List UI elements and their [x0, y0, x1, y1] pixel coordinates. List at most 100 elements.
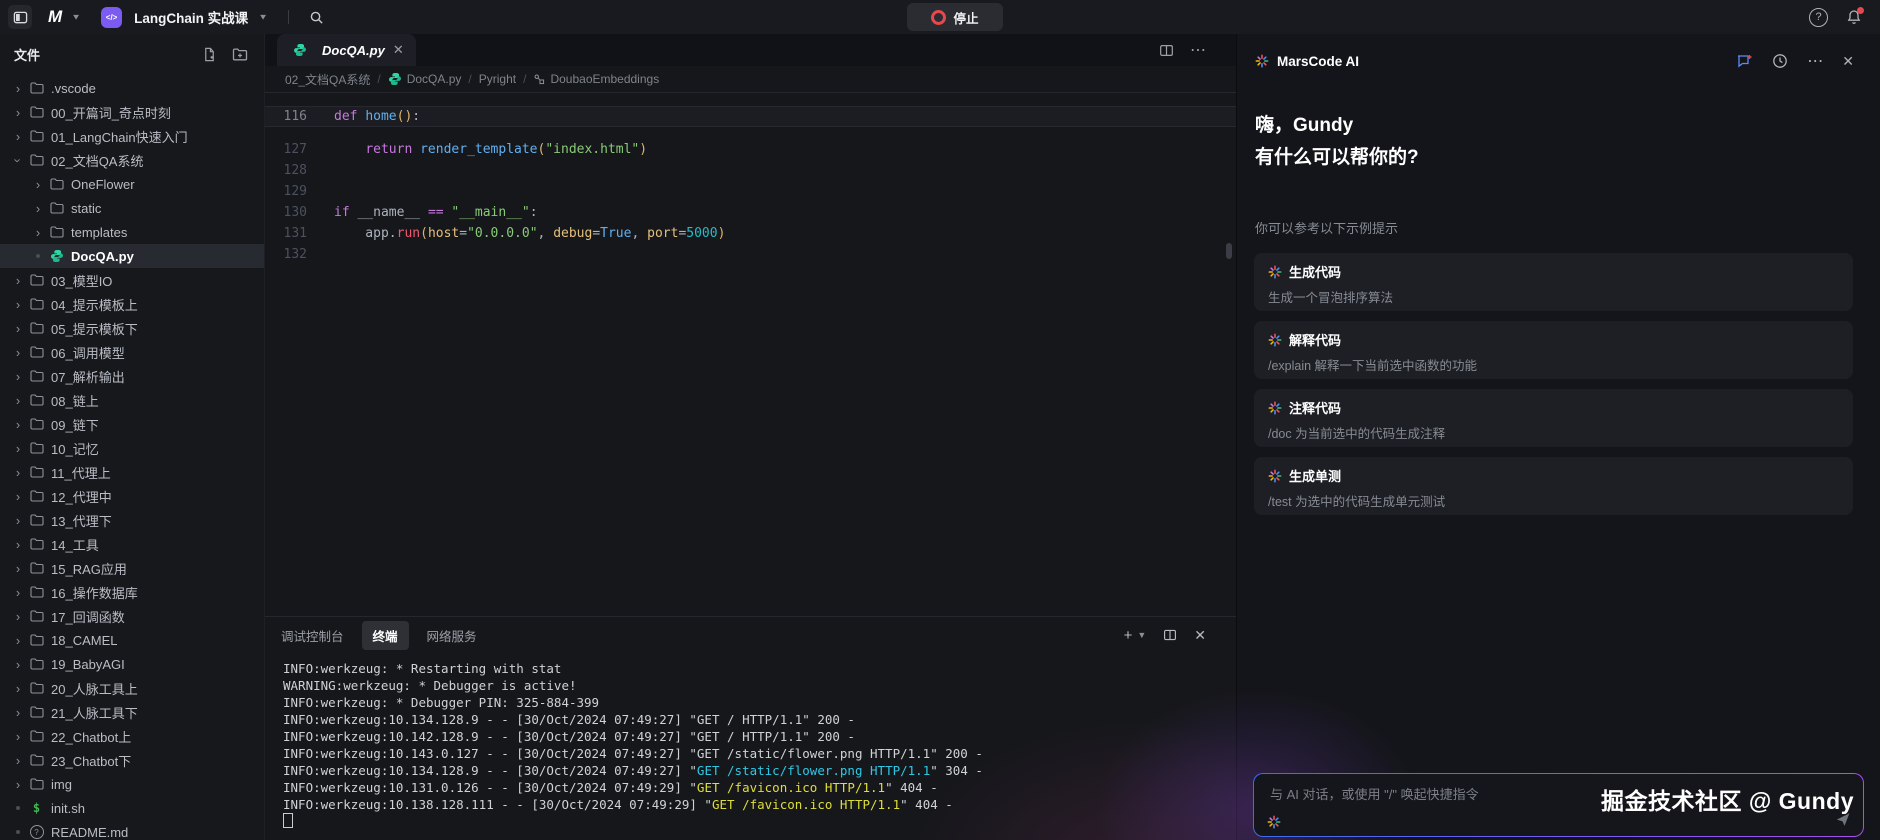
explorer-item-13_代理下[interactable]: › 13_代理下	[0, 508, 264, 532]
explorer-item-23_Chatbot下[interactable]: › 23_Chatbot下	[0, 748, 264, 772]
bottom-panel: 调试控制台 终端 网络服务 + ▼ ✕ INFO:werkzeug: * Restarti…	[265, 616, 1236, 840]
explorer-item-init.sh[interactable]: $ init.sh	[0, 796, 264, 820]
new-chat-icon[interactable]	[1736, 53, 1753, 69]
suggestion-card-生成单测[interactable]: 生成单测/test 为选中的代码生成单元测试	[1254, 457, 1853, 515]
new-file-icon[interactable]	[202, 47, 217, 62]
explorer-item-label: 15_RAG应用	[51, 561, 127, 577]
explorer-item-10_记忆[interactable]: › 10_记忆	[0, 436, 264, 460]
chevron-right-icon: ›	[15, 584, 21, 600]
explorer-item-03_模型IO[interactable]: › 03_模型IO	[0, 268, 264, 292]
split-panel-icon[interactable]	[1163, 628, 1177, 642]
code-editor[interactable]: 116 def home(): 127 return render_template…	[265, 92, 1236, 616]
explorer-item-OneFlower[interactable]: › OneFlower	[0, 172, 264, 196]
terminal-output[interactable]: INFO:werkzeug: * Restarting with stat WAR…	[265, 653, 1236, 840]
explorer-item-label: templates	[71, 224, 128, 240]
explorer-item-17_回调函数[interactable]: › 17_回调函数	[0, 604, 264, 628]
history-icon[interactable]	[1772, 53, 1788, 69]
main-area: 文件 › .vscode › 00_开篇词_奇点时刻 › 01_LangChain快速入门…	[0, 34, 1880, 840]
breadcrumb-label: 02_文档QA系统	[285, 72, 371, 87]
more-actions-icon[interactable]: ⋯	[1190, 40, 1206, 60]
breadcrumb-item[interactable]: DocQA.py	[388, 72, 462, 86]
explorer-item-label: 17_回调函数	[51, 609, 125, 625]
sparkle-icon[interactable]	[1267, 815, 1281, 829]
explorer-item-16_操作数据库[interactable]: › 16_操作数据库	[0, 580, 264, 604]
explorer-item-label: DocQA.py	[71, 248, 134, 264]
explorer-item-14_工具[interactable]: › 14_工具	[0, 532, 264, 556]
editor-scrollbar[interactable]	[1226, 243, 1232, 259]
explorer-item-22_Chatbot上[interactable]: › 22_Chatbot上	[0, 724, 264, 748]
explorer-item-README.md[interactable]: ? README.md	[0, 820, 264, 840]
folder-icon	[28, 440, 45, 456]
chevron-down-icon[interactable]: ▼	[71, 13, 81, 22]
explorer-item-templates[interactable]: › templates	[0, 220, 264, 244]
explorer-item-00_开篇词_奇点时刻[interactable]: › 00_开篇词_奇点时刻	[0, 100, 264, 124]
code-line-127: 127 return render_template("index.html")	[265, 139, 1236, 160]
panel-tab-调试控制台[interactable]: 调试控制台	[281, 626, 344, 645]
explorer-item-19_BabyAGI[interactable]: › 19_BabyAGI	[0, 652, 264, 676]
suggestion-card-注释代码[interactable]: 注释代码/doc 为当前选中的代码生成注释	[1254, 389, 1853, 447]
explorer-item-01_LangChain快速入门[interactable]: › 01_LangChain快速入门	[0, 124, 264, 148]
toggle-sidebar-button[interactable]	[8, 5, 32, 29]
chevron-right-icon: ›	[35, 224, 41, 240]
chevron-right-icon: ›	[15, 416, 21, 432]
explorer-item-static[interactable]: › static	[0, 196, 264, 220]
explorer-item-08_链上[interactable]: › 08_链上	[0, 388, 264, 412]
suggestion-card-解释代码[interactable]: 解释代码/explain 解释一下当前选中函数的功能	[1254, 321, 1853, 379]
explorer-item-15_RAG应用[interactable]: › 15_RAG应用	[0, 556, 264, 580]
suggestion-card-生成代码[interactable]: 生成代码 生成一个冒泡排序算法	[1254, 253, 1853, 311]
explorer-item-21_人脉工具下[interactable]: › 21_人脉工具下	[0, 700, 264, 724]
card-description: /explain 解释一下当前选中函数的功能	[1268, 359, 1478, 373]
line-number: 130	[283, 205, 307, 220]
folder-icon	[28, 416, 45, 432]
explorer-item-DocQA.py[interactable]: DocQA.py	[0, 244, 264, 268]
line-number: 129	[283, 184, 307, 199]
search-icon[interactable]	[309, 10, 324, 25]
breadcrumb-item[interactable]: 02_文档QA系统	[285, 71, 370, 88]
explorer-item-05_提示模板下[interactable]: › 05_提示模板下	[0, 316, 264, 340]
explorer-item-11_代理上[interactable]: › 11_代理上	[0, 460, 264, 484]
more-options-icon[interactable]: ⋯	[1807, 51, 1823, 71]
tab-close-icon[interactable]: ✕	[393, 42, 404, 58]
explorer-item-04_提示模板上[interactable]: › 04_提示模板上	[0, 292, 264, 316]
explorer-item-02_文档QA系统[interactable]: › 02_文档QA系统	[0, 148, 264, 172]
chevron-down-icon[interactable]: ▼	[1137, 630, 1146, 640]
explorer-item-06_调用模型[interactable]: › 06_调用模型	[0, 340, 264, 364]
editor-actions: ⋯	[1159, 34, 1236, 66]
help-icon[interactable]: ?	[1809, 7, 1828, 27]
panel-tab-终端[interactable]: 终端	[361, 620, 409, 650]
workspace-title[interactable]: LangChain 实战课	[134, 7, 248, 27]
card-title: 生成单测	[1289, 469, 1342, 484]
split-editor-icon[interactable]	[1159, 43, 1174, 58]
explorer-item-09_链下[interactable]: › 09_链下	[0, 412, 264, 436]
stop-button[interactable]: 停止	[907, 3, 1003, 31]
breadcrumb-item[interactable]: Pyright	[479, 72, 516, 86]
chevron-right-icon: ›	[15, 752, 21, 768]
chevron-right-icon: ›	[15, 464, 21, 480]
terminal-line: INFO:werkzeug:10.131.0.126 - - [30/Oct/2…	[283, 780, 938, 795]
folder-icon	[28, 128, 45, 144]
card-title: 生成代码	[1289, 265, 1342, 280]
explorer-item-07_解析输出[interactable]: › 07_解析输出	[0, 364, 264, 388]
panel-tab-网络服务[interactable]: 网络服务	[427, 626, 477, 645]
breadcrumb-label: DocQA.py	[406, 72, 462, 86]
tab-docqa-py[interactable]: DocQA.py ✕	[277, 34, 416, 66]
explorer-item-label: OneFlower	[71, 176, 135, 192]
breadcrumb-item[interactable]: DoubaoEmbeddings	[533, 72, 659, 86]
new-terminal-icon[interactable]: +	[1124, 627, 1133, 644]
explorer-item-.vscode[interactable]: › .vscode	[0, 76, 264, 100]
chevron-right-icon: ›	[15, 728, 21, 744]
terminal-line: WARNING:werkzeug: * Debugger is active!	[283, 678, 577, 693]
explorer-item-12_代理中[interactable]: › 12_代理中	[0, 484, 264, 508]
close-panel-icon[interactable]: ✕	[1842, 53, 1854, 70]
marscode-logo-icon[interactable]: M	[48, 7, 62, 27]
explorer-item-img[interactable]: › img	[0, 772, 264, 796]
notifications-button[interactable]	[1846, 7, 1864, 25]
explorer-item-label: 05_提示模板下	[51, 321, 138, 337]
close-panel-icon[interactable]: ✕	[1194, 627, 1206, 644]
explorer-item-18_CAMEL[interactable]: › 18_CAMEL	[0, 628, 264, 652]
explorer-item-20_人脉工具上[interactable]: › 20_人脉工具上	[0, 676, 264, 700]
chevron-down-icon[interactable]: ▼	[258, 13, 268, 22]
chevron-right-icon: ›	[15, 704, 21, 720]
new-folder-icon[interactable]	[232, 47, 248, 62]
